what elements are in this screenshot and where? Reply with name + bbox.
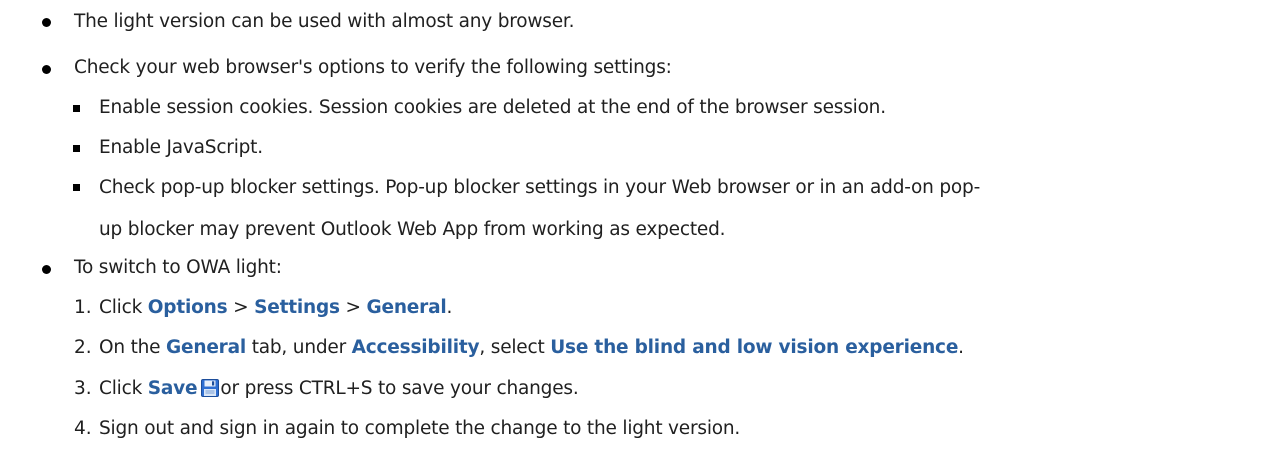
ui-term-options: Options [147, 297, 228, 318]
bullet-item-switch-owa: To switch to OWA light: [74, 257, 282, 278]
separator: > [339, 297, 367, 318]
instructions-document: The light version can be used with almos… [0, 0, 1266, 453]
step-text: Click [99, 378, 148, 399]
square-bullet-icon [73, 184, 80, 191]
square-bullet-icon [73, 105, 80, 112]
ui-term-general: General [166, 337, 247, 358]
step-2: On the General tab, under Accessibility,… [99, 335, 964, 361]
step-text: , select [479, 337, 551, 358]
period: . [446, 297, 453, 318]
bullet-icon [42, 18, 51, 27]
step-text: On the [99, 337, 167, 358]
ui-term-accessibility: Accessibility [351, 337, 480, 358]
step-text: Click [99, 297, 148, 318]
setting-popup-line1: Check pop-up blocker settings. Pop-up bl… [99, 177, 981, 198]
square-bullet-icon [73, 145, 80, 152]
ui-term-settings: Settings [254, 297, 340, 318]
step-text: tab, under [246, 337, 352, 358]
separator: > [227, 297, 255, 318]
step-number: 2. [74, 337, 92, 358]
setting-session-cookies: Enable session cookies. Session cookies … [99, 97, 886, 118]
bullet-item-check-options: Check your web browser's options to veri… [74, 57, 672, 78]
period: . [958, 337, 964, 358]
ui-term-blind-low-vision: Use the blind and low vision experience [550, 337, 959, 358]
floppy-disk-save-icon [201, 379, 220, 397]
step-text: or press CTRL+S to save your changes. [220, 378, 579, 399]
step-number: 3. [74, 378, 92, 399]
step-3: Click Save or press CTRL+S to save your … [99, 376, 579, 402]
setting-popup-line2: up blocker may prevent Outlook Web App f… [99, 219, 726, 240]
bullet-item-light-version: The light version can be used with almos… [74, 11, 575, 32]
ui-term-save: Save [147, 378, 198, 399]
step-number: 4. [74, 418, 92, 439]
step-number: 1. [74, 297, 92, 318]
bullet-icon [42, 265, 51, 274]
bullet-icon [42, 65, 51, 74]
ui-term-general: General [366, 297, 447, 318]
setting-javascript: Enable JavaScript. [99, 137, 263, 158]
step-4: Sign out and sign in again to complete t… [99, 418, 741, 439]
step-1: Click Options > Settings > General. [99, 295, 452, 321]
